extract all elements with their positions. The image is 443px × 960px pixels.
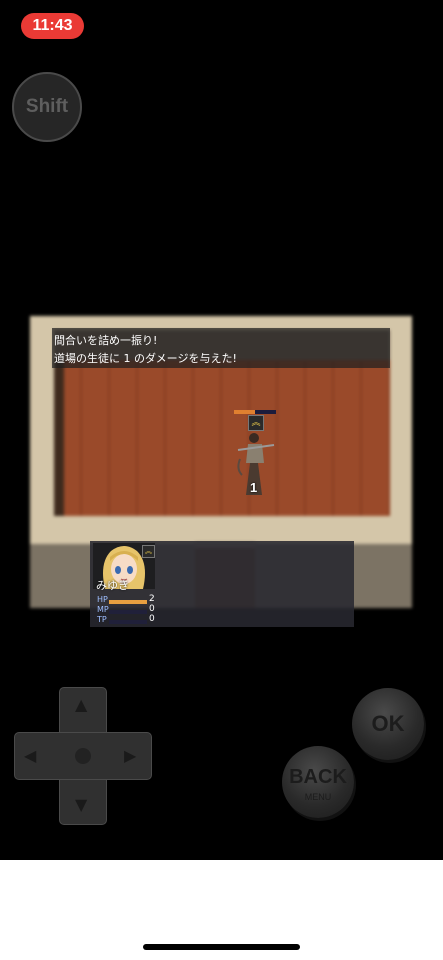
tp-row: TP 0 xyxy=(97,614,155,626)
ok-button[interactable]: OK xyxy=(352,688,424,760)
wooden-floor xyxy=(54,360,390,516)
arrow-down-icon[interactable]: ▼ xyxy=(75,797,87,813)
hp-value: 2 xyxy=(149,594,155,604)
tp-label: TP xyxy=(97,615,107,624)
hp-bar xyxy=(109,600,147,604)
battle-log-window: 間合いを詰め一振り! 道場の生徒に 1 のダメージを与えた! xyxy=(52,328,390,368)
game-screen[interactable]: 間合いを詰め一振り! 道場の生徒に 1 のダメージを与えた! ︽ 1 ︽ みゆき… xyxy=(0,290,443,635)
back-menu-button[interactable]: BACK MENU xyxy=(282,746,354,818)
shift-button[interactable]: Shift xyxy=(12,72,82,142)
double-chevron-up-icon: ︽ xyxy=(142,545,155,558)
arrow-up-icon[interactable]: ▲ xyxy=(75,697,87,713)
battle-log-line: 間合いを詰め一振り! xyxy=(54,334,158,347)
party-status-window: ︽ みゆき HP 2 MP 0 TP 0 xyxy=(90,541,354,627)
dpad-center xyxy=(75,748,91,764)
home-indicator[interactable] xyxy=(143,944,300,950)
dpad[interactable]: ▲ ▼ ◀ ▶ xyxy=(14,687,152,825)
mp-bar xyxy=(109,610,147,614)
tp-bar xyxy=(109,620,147,624)
mp-label: MP xyxy=(97,605,109,614)
damage-popup: 1 xyxy=(250,480,258,495)
status-time: 11:43 xyxy=(21,13,84,39)
arrow-left-icon[interactable]: ◀ xyxy=(24,748,36,764)
bottom-safe-area xyxy=(0,860,443,960)
back-label: BACK xyxy=(289,766,347,788)
enemy-dojo-student[interactable]: ︽ 1 xyxy=(226,407,286,503)
arrow-right-icon[interactable]: ▶ xyxy=(124,748,136,764)
menu-label: MENU xyxy=(304,792,332,802)
battle-log-line: 道場の生徒に 1 のダメージを与えた! xyxy=(54,352,237,365)
enemy-hp-bar xyxy=(234,410,276,414)
actor-name: みゆき xyxy=(96,579,129,592)
mp-value: 0 xyxy=(149,604,155,614)
hp-label: HP xyxy=(97,595,108,604)
tp-value: 0 xyxy=(149,614,155,624)
